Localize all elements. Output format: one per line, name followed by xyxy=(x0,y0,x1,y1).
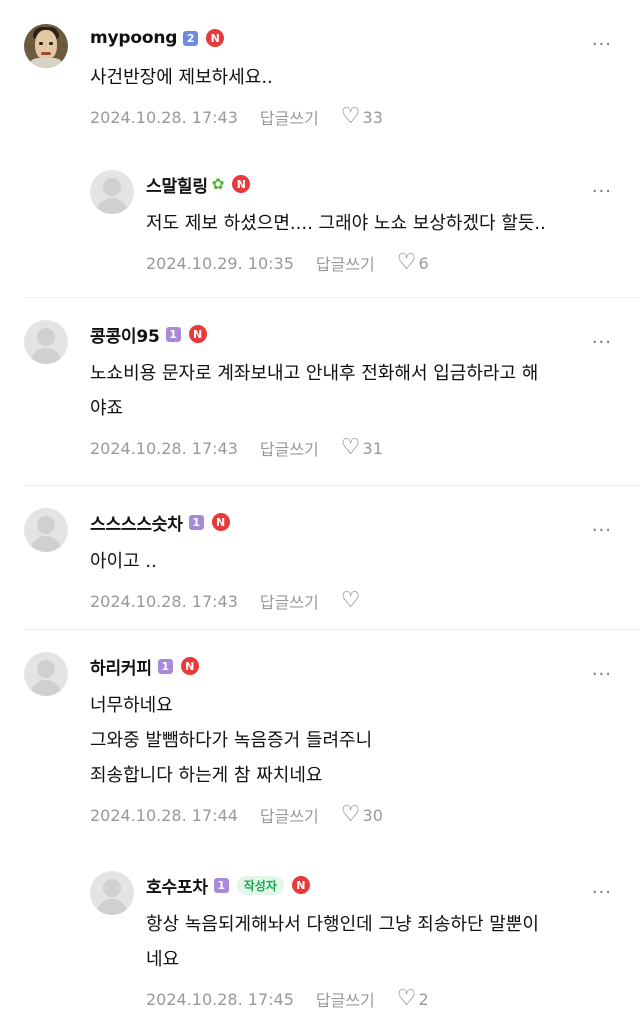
username[interactable]: 호수포차 xyxy=(146,873,208,898)
n-badge-icon: N xyxy=(291,876,310,894)
avatar[interactable] xyxy=(24,508,68,552)
comment-text-line: 노쇼비용 문자로 계좌보내고 안내후 전화해서 입금하라고 해 xyxy=(90,363,539,384)
comment-item: 하리커피 1 N 너무하네요 그와중 발뺌하다가 녹음증거 들려주니 죄송합니다… xyxy=(0,630,640,848)
reply-comment-item: 스말힐링 ✿ N 저도 제보 하셨으면.... 그래야 노쇼 보상하겠다 할듯.… xyxy=(0,147,640,297)
heart-icon: ♡ xyxy=(396,986,417,1011)
comment-date: 2024.10.28. 17:44 xyxy=(90,805,238,825)
avatar[interactable] xyxy=(24,320,68,364)
level-badge: 2 xyxy=(183,30,199,46)
like-button[interactable]: ♡ 31 xyxy=(341,437,383,459)
level-badge: 1 xyxy=(188,514,204,530)
like-count: 33 xyxy=(362,107,383,127)
comment-item: 콩콩이95 1 N 노쇼비용 문자로 계좌보내고 안내후 전화해서 입금하라고 … xyxy=(0,298,640,485)
avatar[interactable] xyxy=(24,24,68,68)
like-count: 6 xyxy=(418,253,429,273)
comment-text: 너무하네요 그와중 발뺌하다가 녹음증거 들려주니 죄송합니다 하는게 참 짜치… xyxy=(90,688,620,793)
like-button[interactable]: ♡ 2 xyxy=(397,988,429,1010)
more-options-icon[interactable]: ··· xyxy=(592,181,612,202)
username[interactable]: 하리커피 xyxy=(90,654,152,679)
more-options-icon[interactable]: ··· xyxy=(592,520,612,541)
sprout-icon: ✿ xyxy=(211,175,225,193)
heart-icon: ♡ xyxy=(340,435,361,460)
heart-icon: ♡ xyxy=(340,588,361,613)
comment-text-line: 죄송합니다 하는게 참 짜치네요 xyxy=(90,765,323,786)
avatar[interactable] xyxy=(90,871,134,915)
comment-text-line: 너무하네요 xyxy=(90,695,173,716)
comment-date: 2024.10.28. 17:43 xyxy=(90,591,238,611)
reply-button[interactable]: 답글쓰기 xyxy=(260,589,319,613)
comment-date: 2024.10.28. 17:43 xyxy=(90,107,238,127)
username[interactable]: 스스스스슷차 xyxy=(90,510,183,535)
comment-item: 스스스스슷차 1 N 아이고 .. 2024.10.28. 17:43 답글쓰기… xyxy=(0,486,640,629)
username[interactable]: 콩콩이95 xyxy=(90,322,160,347)
reply-button[interactable]: 답글쓰기 xyxy=(260,105,319,129)
reply-button[interactable]: 답글쓰기 xyxy=(260,803,319,827)
comment-text-line: 네요 xyxy=(146,949,180,970)
more-options-icon[interactable]: ··· xyxy=(592,34,612,55)
comment-date: 2024.10.28. 17:45 xyxy=(146,989,294,1009)
n-badge-icon: N xyxy=(232,175,251,193)
n-badge-icon: N xyxy=(188,325,207,343)
like-button[interactable]: ♡ xyxy=(341,590,363,612)
more-options-icon[interactable]: ··· xyxy=(592,332,612,353)
comment-text: 항상 녹음되게해놔서 다행인데 그냥 죄송하단 말뿐이 네요 xyxy=(146,907,620,977)
comment-text-line: 야죠 xyxy=(90,398,124,419)
level-badge: 1 xyxy=(157,658,173,674)
comment-text: 아이고 .. xyxy=(90,551,157,572)
reply-button[interactable]: 답글쓰기 xyxy=(316,987,375,1011)
like-count: 2 xyxy=(418,989,429,1009)
comment-text-line: 항상 녹음되게해놔서 다행인데 그냥 죄송하단 말뿐이 xyxy=(146,914,539,935)
reply-button[interactable]: 답글쓰기 xyxy=(316,251,375,275)
like-button[interactable]: ♡ 33 xyxy=(341,106,383,128)
avatar[interactable] xyxy=(24,652,68,696)
username[interactable]: 스말힐링 xyxy=(146,172,208,197)
like-count: 31 xyxy=(362,438,383,458)
like-button[interactable]: ♡ 30 xyxy=(341,804,383,826)
author-tag: 작성자 xyxy=(236,875,284,895)
n-badge-icon: N xyxy=(180,657,199,675)
comment-text: 노쇼비용 문자로 계좌보내고 안내후 전화해서 입금하라고 해 야죠 xyxy=(90,356,620,426)
comment-date: 2024.10.28. 17:43 xyxy=(90,438,238,458)
heart-icon: ♡ xyxy=(340,104,361,129)
comment-text: 저도 제보 하셨으면.... 그래야 노쇼 보상하겠다 할듯.. xyxy=(146,213,546,234)
like-count: 30 xyxy=(362,805,383,825)
reply-button[interactable]: 답글쓰기 xyxy=(260,436,319,460)
username[interactable]: mypoong xyxy=(90,28,177,48)
comment-date: 2024.10.29. 10:35 xyxy=(146,253,294,273)
like-button[interactable]: ♡ 6 xyxy=(397,252,429,274)
more-options-icon[interactable]: ··· xyxy=(592,882,612,903)
level-badge: 1 xyxy=(213,877,229,893)
n-badge-icon: N xyxy=(206,29,225,47)
comment-text-line: 그와중 발뺌하다가 녹음증거 들려주니 xyxy=(90,730,373,751)
more-options-icon[interactable]: ··· xyxy=(592,664,612,685)
heart-icon: ♡ xyxy=(396,250,417,275)
comment-text: 사건반장에 제보하세요.. xyxy=(90,67,273,88)
heart-icon: ♡ xyxy=(340,802,361,827)
n-badge-icon: N xyxy=(211,513,230,531)
avatar[interactable] xyxy=(90,170,134,214)
comment-item: mypoong 2 N 사건반장에 제보하세요.. 2024.10.28. 17… xyxy=(0,0,640,147)
level-badge: 1 xyxy=(165,326,181,342)
reply-comment-item: 호수포차 1 작성자 N 항상 녹음되게해놔서 다행인데 그냥 죄송하단 말뿐이… xyxy=(0,848,640,1011)
